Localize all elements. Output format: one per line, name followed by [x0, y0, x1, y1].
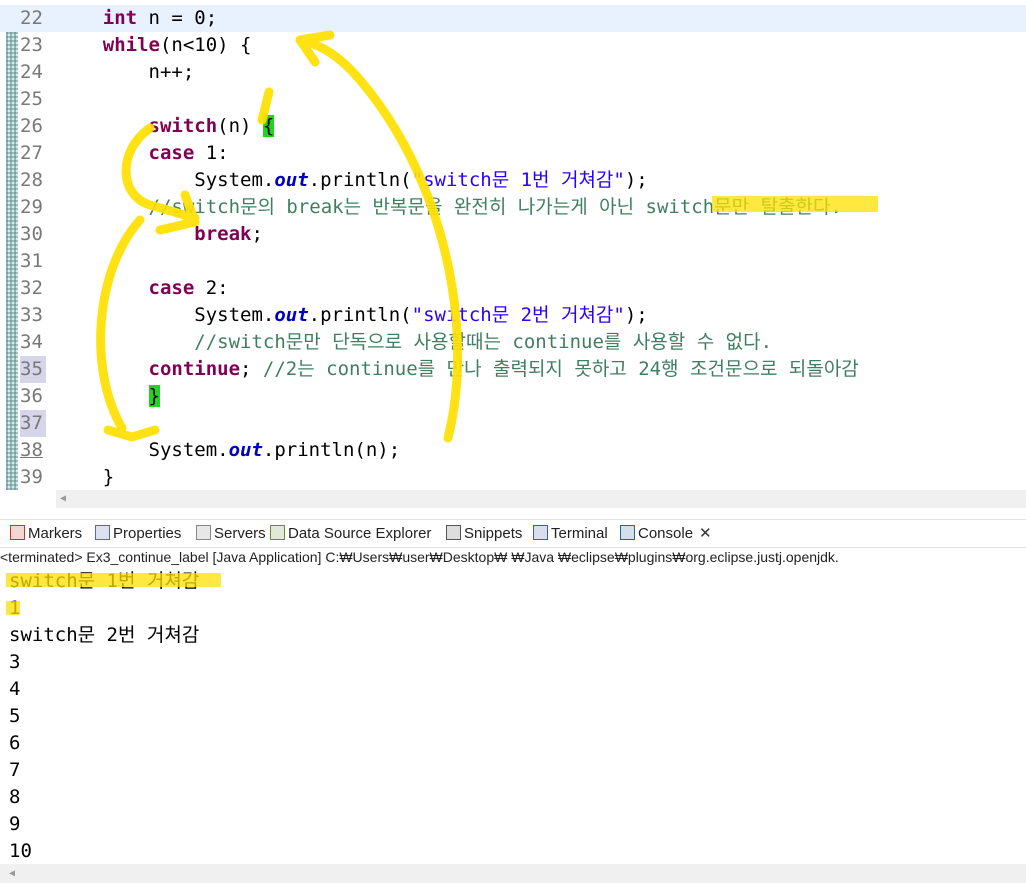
tab-servers[interactable]: Servers — [196, 522, 266, 545]
code-text[interactable]: case 1: — [57, 140, 229, 167]
tab-label: Servers — [214, 525, 266, 542]
view-tab-bar: Markers Properties Servers Data Source Expl… — [0, 519, 1026, 548]
tab-markers[interactable]: Markers — [10, 522, 82, 545]
console-line: 4 — [9, 678, 21, 700]
code-text[interactable]: //switch문만 단독으로 사용할때는 continue를 사용할 수 없다… — [57, 329, 772, 356]
code-line[interactable]: 38 System.out.println(n); — [0, 437, 1026, 464]
line-number: 38 — [20, 439, 43, 461]
code-line[interactable]: 25 — [0, 86, 1026, 113]
line-number: 34 — [20, 331, 43, 353]
tab-terminal[interactable]: Terminal — [533, 522, 608, 545]
line-number: 32 — [20, 277, 43, 299]
code-line[interactable]: 22 int n = 0; — [0, 5, 1026, 32]
code-text[interactable]: System.out.println("switch문 2번 거쳐감"); — [57, 302, 647, 329]
code-line[interactable]: 29 //switch문의 break는 반복문을 완전히 나가는게 아닌 sw… — [0, 194, 1026, 221]
code-text[interactable]: System.out.println(n); — [57, 437, 401, 464]
code-text[interactable]: switch(n) { — [57, 113, 275, 140]
tab-label: Snippets — [464, 525, 523, 542]
line-number: 35 — [20, 356, 46, 383]
line-number: 22 — [20, 7, 43, 29]
code-line[interactable]: 34 //switch문만 단독으로 사용할때는 continue를 사용할 수… — [0, 329, 1026, 356]
close-icon[interactable]: ✕ — [699, 525, 712, 542]
code-text[interactable]: continue; //2는 continue를 만나 출력되지 못하고 24행… — [57, 356, 859, 383]
tab-label: Console — [638, 525, 694, 542]
tab-label: Properties — [113, 525, 182, 542]
code-line[interactable]: 31 — [0, 248, 1026, 275]
console-line: 3 — [9, 651, 21, 673]
console-line: 6 — [9, 732, 21, 754]
tab-label: Markers — [28, 525, 83, 542]
code-text[interactable]: int n = 0; — [57, 5, 217, 32]
code-line[interactable]: 28 System.out.println("switch문 1번 거쳐감"); — [0, 167, 1026, 194]
code-line[interactable]: 39 } — [0, 464, 1026, 491]
tab-snippets[interactable]: Snippets — [446, 522, 522, 545]
code-text[interactable]: } — [57, 383, 160, 410]
line-number: 27 — [20, 142, 43, 164]
tab-label: Terminal — [551, 525, 608, 542]
console-line: 8 — [9, 786, 21, 808]
console-line: switch문 1번 거쳐감 — [9, 570, 200, 592]
code-line[interactable]: 36 } — [0, 383, 1026, 410]
console-line: 1 — [9, 597, 21, 619]
line-number: 31 — [20, 250, 43, 272]
code-line[interactable]: 37 — [0, 410, 1026, 437]
line-number: 33 — [20, 304, 43, 326]
data-source-icon — [270, 525, 285, 540]
line-number: 37 — [20, 410, 46, 437]
code-line[interactable]: 32 case 2: — [0, 275, 1026, 302]
line-number: 24 — [20, 61, 43, 83]
line-number: 26 — [20, 115, 43, 137]
snippets-icon — [446, 525, 461, 540]
code-text[interactable]: case 2: — [57, 275, 229, 302]
console-line: 10 — [9, 840, 32, 862]
code-line[interactable]: 23 while(n<10) { — [0, 32, 1026, 59]
terminal-icon — [533, 525, 548, 540]
code-line[interactable]: 33 System.out.println("switch문 2번 거쳐감"); — [0, 302, 1026, 329]
console-output[interactable]: switch문 1번 거쳐감 1 switch문 2번 거쳐감 3 4 5 6 7 8 9 10 — [0, 568, 1026, 864]
code-line[interactable]: 24 n++; — [0, 59, 1026, 86]
console-horizontal-scrollbar[interactable]: ◀ — [0, 864, 1026, 883]
tab-data-source-explorer[interactable]: Data Source Explorer — [270, 522, 431, 545]
code-line[interactable]: 30 break; — [0, 221, 1026, 248]
tab-label: Data Source Explorer — [288, 525, 432, 542]
console-line: 9 — [9, 813, 21, 835]
console-line: switch문 2번 거쳐감 — [9, 624, 200, 646]
tab-properties[interactable]: Properties — [95, 522, 181, 545]
scroll-left-arrow-icon[interactable]: ◀ — [9, 868, 15, 879]
scroll-left-arrow-icon[interactable]: ◀ — [60, 493, 66, 504]
code-text[interactable]: //switch문의 break는 반복문을 완전히 나가는게 아닌 switc… — [57, 194, 842, 221]
code-text[interactable]: System.out.println("switch문 1번 거쳐감"); — [57, 167, 647, 194]
console-line: 5 — [9, 705, 21, 727]
line-number: 36 — [20, 385, 43, 407]
console-line: 7 — [9, 759, 21, 781]
servers-icon — [196, 525, 211, 540]
code-text[interactable]: n++; — [57, 59, 195, 86]
code-lines: 22 int n = 0; 23 while(n<10) {24 n++; 25 26… — [0, 5, 1026, 491]
code-text[interactable]: break; — [57, 221, 263, 248]
code-text[interactable]: } — [57, 464, 114, 491]
properties-icon — [95, 525, 110, 540]
line-number: 25 — [20, 88, 43, 110]
markers-icon — [10, 525, 25, 540]
code-text[interactable]: while(n<10) { — [57, 32, 252, 59]
code-editor[interactable]: 22 int n = 0; 23 while(n<10) {24 n++; 25 26… — [0, 0, 1026, 512]
editor-horizontal-scrollbar[interactable]: ◀ — [56, 490, 1026, 508]
line-number: 29 — [20, 196, 43, 218]
tab-console[interactable]: Console ✕ — [620, 522, 712, 545]
line-number: 28 — [20, 169, 43, 191]
console-status-line: <terminated> Ex3_continue_label [Java Ap… — [0, 549, 839, 565]
line-number: 23 — [20, 34, 43, 56]
code-line[interactable]: 26 switch(n) { — [0, 113, 1026, 140]
line-number: 30 — [20, 223, 43, 245]
code-line[interactable]: 35 continue; //2는 continue를 만나 출력되지 못하고 … — [0, 356, 1026, 383]
line-number: 39 — [20, 466, 43, 488]
code-line[interactable]: 27 case 1: — [0, 140, 1026, 167]
console-icon — [620, 525, 635, 540]
